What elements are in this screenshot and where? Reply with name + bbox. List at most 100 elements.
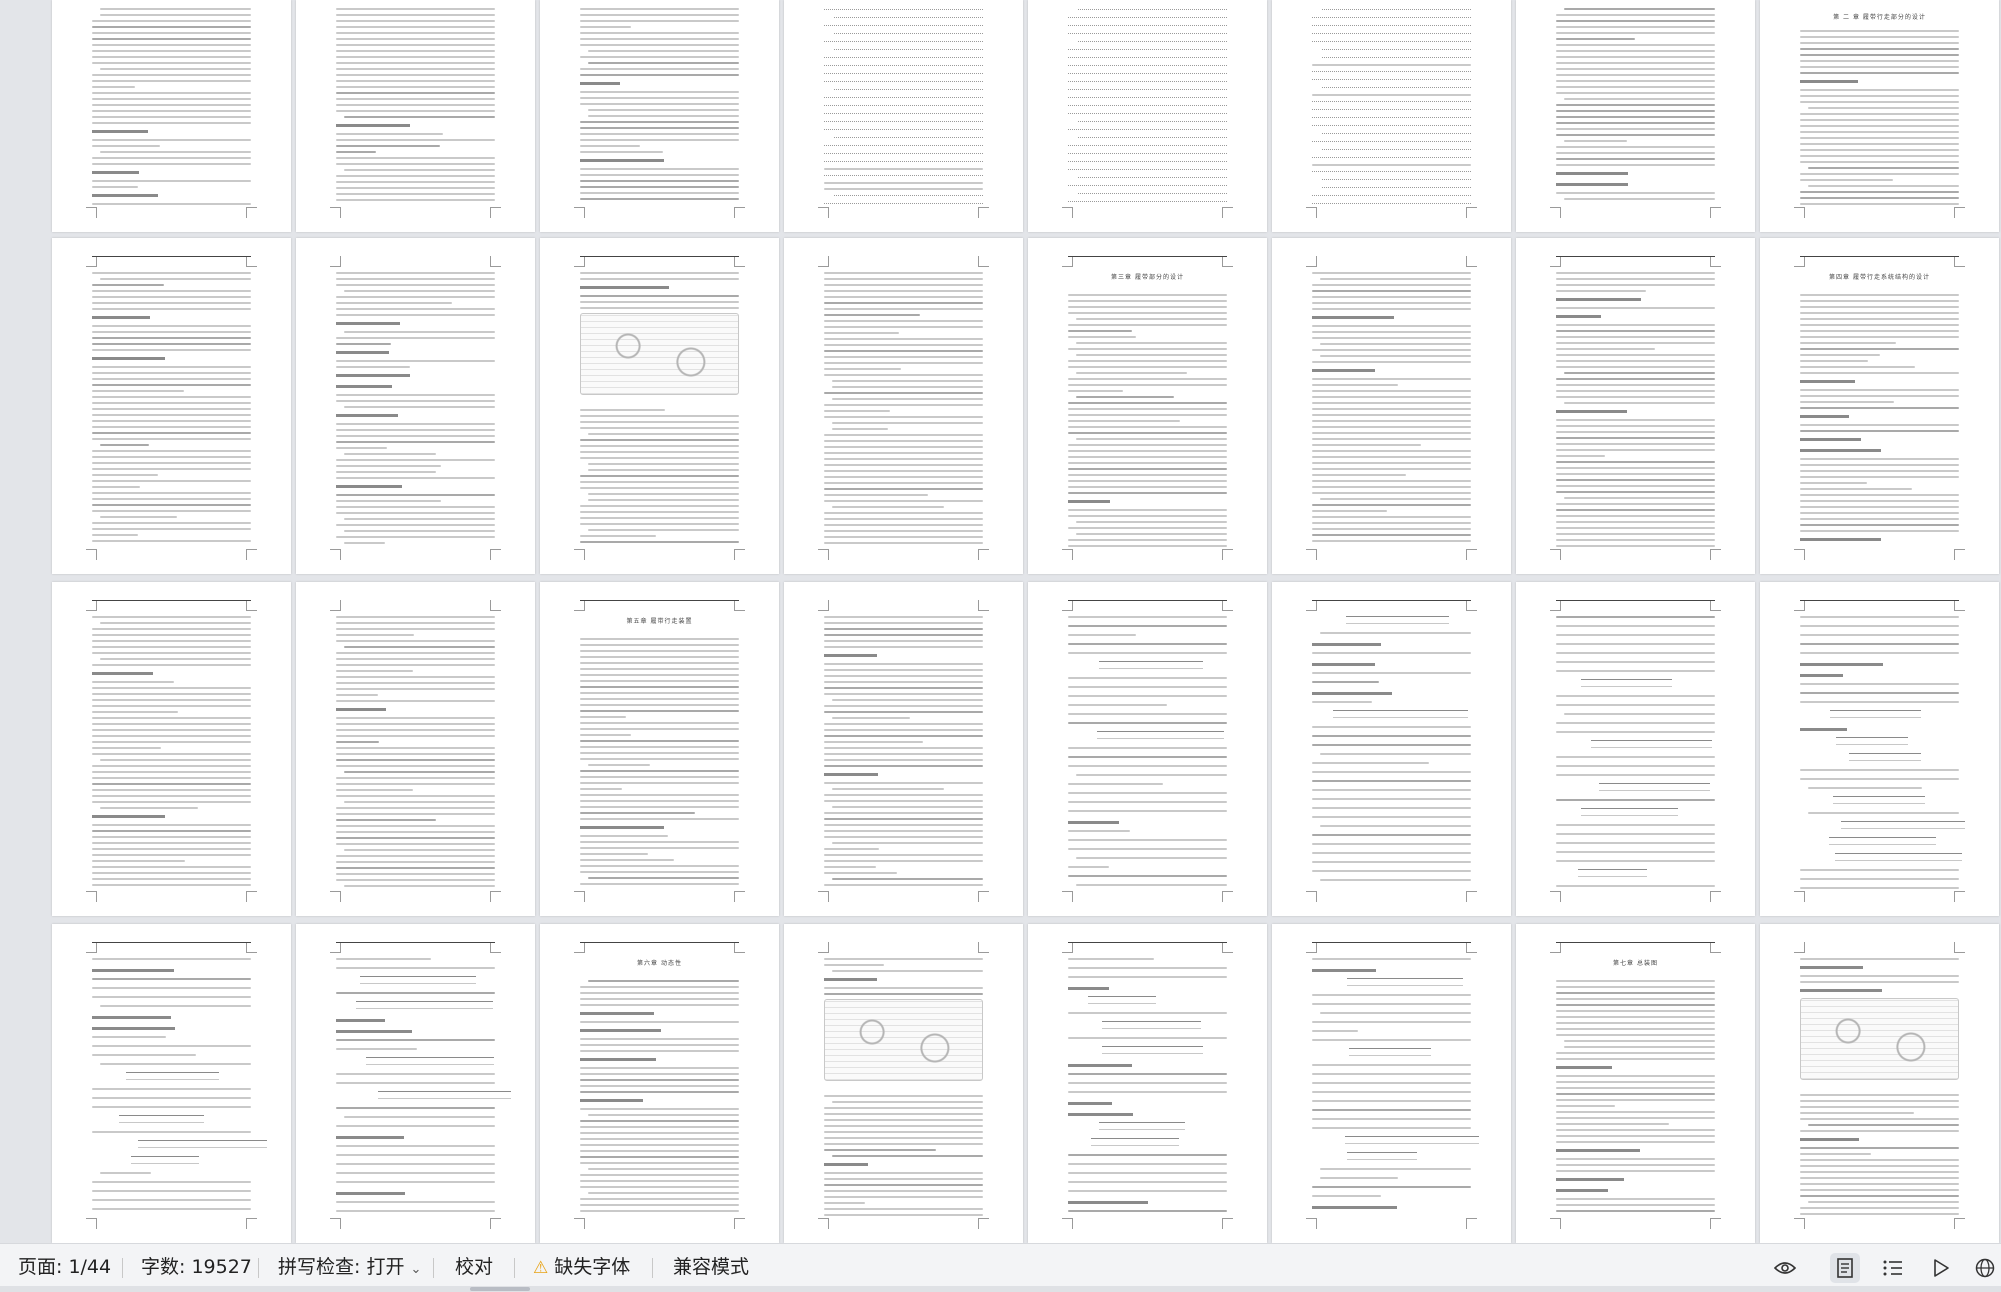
- document-page[interactable]: [540, 0, 779, 232]
- document-page[interactable]: [1760, 582, 1999, 916]
- text-line: [580, 806, 739, 808]
- play-icon[interactable]: [1926, 1253, 1956, 1283]
- equation: [1578, 869, 1647, 877]
- document-page[interactable]: [52, 238, 291, 574]
- document-page[interactable]: [1516, 0, 1755, 232]
- document-page[interactable]: [1516, 582, 1755, 916]
- text-line: [580, 841, 739, 843]
- text-line: [92, 628, 251, 630]
- text-line: [336, 20, 495, 22]
- document-page[interactable]: [784, 924, 1023, 1243]
- document-page[interactable]: [1516, 238, 1755, 574]
- document-page[interactable]: [1272, 582, 1511, 916]
- text-line: [588, 1168, 739, 1170]
- document-page[interactable]: [52, 0, 291, 232]
- text-line: [1556, 68, 1715, 70]
- text-line: [336, 1181, 495, 1183]
- text-line: [92, 92, 251, 94]
- text-line: [92, 640, 251, 642]
- text-line: [1800, 407, 1959, 409]
- section-heading: [1068, 1201, 1148, 1204]
- page-crop-mark: [1222, 891, 1233, 902]
- text-line: [580, 409, 665, 411]
- text-line: [824, 188, 983, 190]
- text-line: [1068, 408, 1227, 410]
- toc-entry: [824, 56, 983, 58]
- text-line: [580, 457, 739, 459]
- document-page[interactable]: [1028, 924, 1267, 1243]
- document-page[interactable]: [540, 238, 779, 574]
- text-line: [1556, 342, 1715, 344]
- text-line: [1312, 780, 1471, 782]
- compat-mode-indicator[interactable]: 兼容模式: [673, 1254, 749, 1280]
- proofread-button[interactable]: 校对: [455, 1254, 493, 1280]
- text-line: [92, 44, 251, 46]
- page-header-rule: [1556, 256, 1715, 257]
- page-crop-mark: [1794, 549, 1805, 560]
- text-line: [1800, 294, 1959, 296]
- scrollbar-thumb[interactable]: [470, 1287, 530, 1291]
- document-page[interactable]: [1028, 0, 1267, 232]
- eye-icon[interactable]: [1770, 1253, 1800, 1283]
- text-line: [1800, 113, 1959, 115]
- text-line: [336, 1172, 495, 1174]
- text-line: [1312, 672, 1471, 674]
- document-page[interactable]: [52, 924, 291, 1243]
- text-line: [336, 723, 495, 725]
- document-page[interactable]: 第四章 履带行走系统结构的设计: [1760, 238, 1999, 574]
- spell-check-toggle[interactable]: 拼写检查: 打开 ⌄: [278, 1254, 421, 1280]
- text-line: [1556, 158, 1715, 160]
- document-page[interactable]: 第三章 履带部分的设计: [1028, 238, 1267, 574]
- page-indicator[interactable]: 页面: 1/44: [18, 1254, 111, 1280]
- text-line: [1800, 958, 1959, 960]
- document-page[interactable]: [1272, 0, 1511, 232]
- text-line: [1556, 1123, 1669, 1125]
- document-page[interactable]: [1272, 924, 1511, 1243]
- chapter-title: 第三章 履带部分的设计: [1111, 274, 1184, 281]
- missing-fonts-button[interactable]: ⚠ 缺失字体: [533, 1254, 630, 1280]
- text-line: [824, 344, 983, 346]
- document-page[interactable]: [1760, 924, 1999, 1243]
- text-line: [824, 1214, 983, 1216]
- document-page[interactable]: [296, 924, 535, 1243]
- text-line: [824, 794, 983, 796]
- document-page[interactable]: [1272, 238, 1511, 574]
- word-count[interactable]: 字数: 19527: [141, 1254, 252, 1280]
- text-line: [832, 1101, 983, 1103]
- document-page[interactable]: [784, 238, 1023, 574]
- horizontal-scrollbar[interactable]: [0, 1286, 2001, 1292]
- document-page[interactable]: 第 二 章 履带行走部分的设计: [1760, 0, 1999, 232]
- document-canvas[interactable]: 第 二 章 履带行走部分的设计第三章 履带部分的设计 第四章 履带行走系统结构的设…: [0, 0, 2001, 1243]
- document-page[interactable]: [784, 0, 1023, 232]
- text-line: [824, 872, 897, 874]
- toc-entry: [1322, 132, 1471, 134]
- page-crop-mark: [1222, 549, 1233, 560]
- text-line: [1556, 485, 1715, 487]
- document-page[interactable]: 第七章 总装图: [1516, 924, 1755, 1243]
- document-page[interactable]: [296, 0, 535, 232]
- outline-view-icon[interactable]: [1878, 1253, 1908, 1283]
- globe-icon[interactable]: [1970, 1253, 2000, 1283]
- text-line: [1312, 474, 1406, 476]
- page-crop-mark: [574, 1218, 585, 1229]
- text-line: [1312, 456, 1471, 458]
- document-page[interactable]: [1028, 582, 1267, 916]
- document-page[interactable]: [296, 582, 535, 916]
- document-page[interactable]: 第五章 履带行走装置: [540, 582, 779, 916]
- text-line: [1556, 425, 1715, 427]
- text-line: [336, 819, 436, 821]
- text-line: [588, 50, 739, 52]
- page-view-icon[interactable]: [1830, 1253, 1860, 1283]
- toc-entry: [1078, 136, 1227, 138]
- toc-entry: [834, 136, 983, 138]
- text-line: [1800, 701, 1959, 703]
- text-line: [1068, 1091, 1227, 1093]
- section-heading: [1556, 1178, 1624, 1181]
- text-line: [336, 44, 495, 46]
- text-line: [824, 440, 983, 442]
- section-heading: [1556, 1149, 1640, 1152]
- document-page[interactable]: [784, 582, 1023, 916]
- document-page[interactable]: [52, 582, 291, 916]
- document-page[interactable]: [296, 238, 535, 574]
- document-page[interactable]: 第六章 动态性: [540, 924, 779, 1243]
